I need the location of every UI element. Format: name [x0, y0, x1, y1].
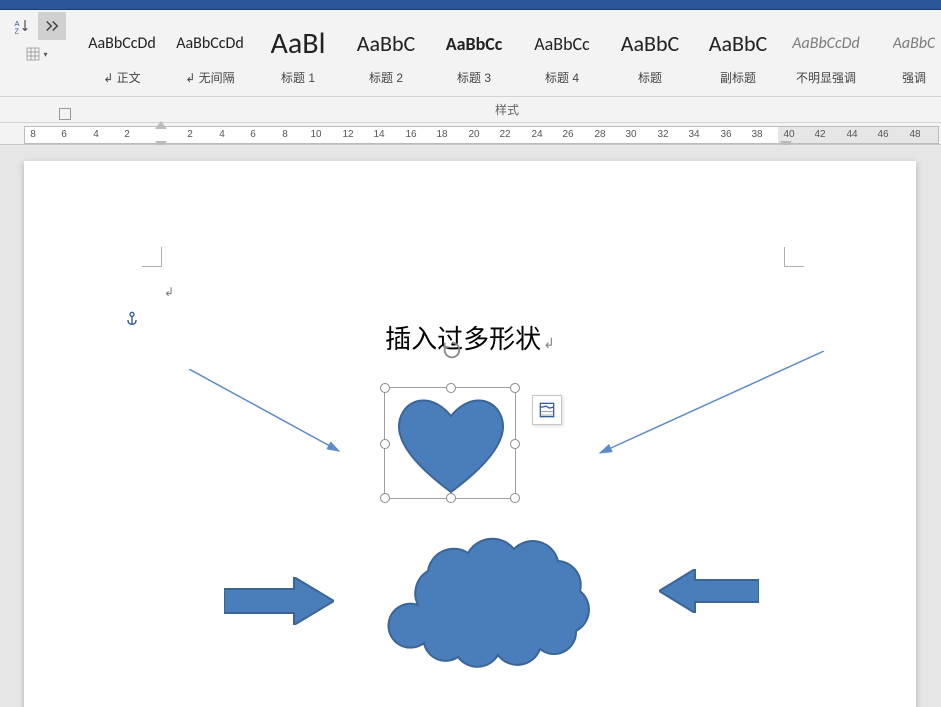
ruler-number: 22: [499, 129, 510, 140]
style-preview: AaBl: [271, 23, 326, 65]
style-label: 强调: [902, 69, 926, 86]
grid-dropdown[interactable]: ▾: [21, 42, 51, 66]
ruler-number: 6: [250, 129, 256, 140]
indent-marker-first[interactable]: [155, 121, 167, 129]
style-label: ↲ 正文: [103, 69, 140, 86]
style-preview: AaBbC: [621, 23, 680, 65]
block-arrow-right[interactable]: [224, 577, 334, 625]
ruler-number: 4: [93, 129, 99, 140]
resize-handle-sw[interactable]: [380, 493, 390, 503]
style-label: 标题: [638, 69, 662, 86]
selection-box[interactable]: [384, 387, 516, 499]
style-label: ↲ 无间隔: [185, 69, 234, 86]
page[interactable]: ↲ 插入过多形状↲: [24, 161, 916, 707]
ruler-number: 2: [124, 129, 130, 140]
ruler-number: 18: [436, 129, 447, 140]
ribbon-group-row: 样式: [0, 97, 941, 123]
style-preview: AaBbCc: [446, 23, 503, 65]
ruler-number: 6: [61, 129, 67, 140]
resize-handle-se[interactable]: [510, 493, 520, 503]
horizontal-ruler[interactable]: 8642246810121416182022242628303234363840…: [24, 126, 939, 144]
ribbon: AZ ▾ AaBbCcDd↲ 正文AaBbCcDd↲ 无间隔AaBl标题 1Aa…: [0, 10, 941, 97]
style-label: 副标题: [720, 69, 756, 86]
ruler-area: 8642246810121416182022242628303234363840…: [0, 123, 941, 145]
style-preview: AaBbCc: [534, 23, 590, 65]
style-preview: AaBbCcDd: [176, 23, 244, 65]
ruler-number: 46: [877, 129, 888, 140]
resize-handle-w[interactable]: [380, 439, 390, 449]
arrow-line-left[interactable]: [189, 369, 349, 459]
style-label: 标题 4: [545, 69, 579, 86]
resize-handle-ne[interactable]: [510, 383, 520, 393]
ruler-number: 26: [562, 129, 573, 140]
style-item-1[interactable]: AaBbCcDd ↲ 无间隔: [167, 14, 253, 94]
ruler-number: 38: [751, 129, 762, 140]
resize-handle-s[interactable]: [446, 493, 456, 503]
sort-button[interactable]: AZ: [8, 12, 36, 40]
ribbon-left-cluster: AZ ▾: [0, 10, 73, 96]
svg-text:Z: Z: [14, 27, 19, 36]
heading-text: 插入过多形状: [385, 324, 541, 354]
heart-shape[interactable]: [385, 388, 517, 500]
style-item-2[interactable]: AaBl 标题 1: [255, 14, 341, 94]
ruler-number: 2: [187, 129, 193, 140]
style-label: 标题 2: [369, 69, 403, 86]
style-preview: AaBbC: [709, 23, 768, 65]
title-bar: [0, 0, 941, 10]
style-item-3[interactable]: AaBbC 标题 2: [343, 14, 429, 94]
ruler-number: 20: [468, 129, 479, 140]
style-preview: AaBbCcDd: [88, 23, 156, 65]
ruler-number: 34: [688, 129, 699, 140]
paragraph-mark: ↲: [543, 335, 555, 351]
document-area[interactable]: ↲ 插入过多形状↲: [0, 145, 941, 707]
style-preview: AaBbC: [357, 23, 416, 65]
style-label: 标题 3: [457, 69, 491, 86]
ruler-number: 30: [625, 129, 636, 140]
paragraph-mark: ↲: [164, 285, 174, 299]
style-item-6[interactable]: AaBbC 标题: [607, 14, 693, 94]
style-item-7[interactable]: AaBbC 副标题: [695, 14, 781, 94]
style-label: 标题 1: [281, 69, 315, 86]
ruler-number: 16: [405, 129, 416, 140]
block-arrow-left[interactable]: [659, 569, 759, 613]
show-marks-button[interactable]: [38, 12, 66, 40]
margin-corner-tr: [784, 247, 804, 267]
dialog-launcher[interactable]: [59, 108, 71, 120]
dropdown-caret-icon: ▾: [43, 50, 47, 59]
ruler-number: 14: [373, 129, 384, 140]
ruler-number: 24: [531, 129, 542, 140]
styles-gallery[interactable]: AaBbCcDd ↲ 正文 AaBbCcDd ↲ 无间隔 AaBl 标题 1 AaBbC 标题…: [73, 10, 941, 96]
ruler-number: 42: [814, 129, 825, 140]
layout-options-button[interactable]: [532, 395, 562, 425]
ruler-number: 8: [30, 129, 36, 140]
resize-handle-n[interactable]: [446, 383, 456, 393]
margin-corner-tl: [142, 247, 162, 267]
ruler-number: 10: [310, 129, 321, 140]
ruler-number: 4: [219, 129, 225, 140]
ruler-number: 32: [657, 129, 668, 140]
styles-group-label: 样式: [73, 97, 941, 122]
resize-handle-nw[interactable]: [380, 383, 390, 393]
ruler-number: 8: [282, 129, 288, 140]
ruler-number: 40: [783, 129, 794, 140]
ruler-number: 48: [909, 129, 920, 140]
ruler-number: 36: [720, 129, 731, 140]
style-item-4[interactable]: AaBbCc 标题 3: [431, 14, 517, 94]
rotate-handle-icon[interactable]: [441, 339, 463, 366]
style-item-8[interactable]: AaBbCcDd 不明显强调: [783, 14, 869, 94]
resize-handle-e[interactable]: [510, 439, 520, 449]
ruler-number: 12: [342, 129, 353, 140]
ruler-number: 44: [846, 129, 857, 140]
style-item-0[interactable]: AaBbCcDd ↲ 正文: [79, 14, 165, 94]
group-left: [0, 97, 73, 122]
cloud-shape[interactable]: [374, 523, 614, 683]
style-item-5[interactable]: AaBbCc 标题 4: [519, 14, 605, 94]
style-preview: AaBbCcDd: [792, 23, 860, 65]
style-label: 不明显强调: [796, 69, 856, 86]
style-item-9[interactable]: AaBbC 强调: [871, 14, 941, 94]
ruler-number: 28: [594, 129, 605, 140]
style-preview: AaBbC: [893, 23, 936, 65]
arrow-line-right[interactable]: [594, 351, 834, 461]
